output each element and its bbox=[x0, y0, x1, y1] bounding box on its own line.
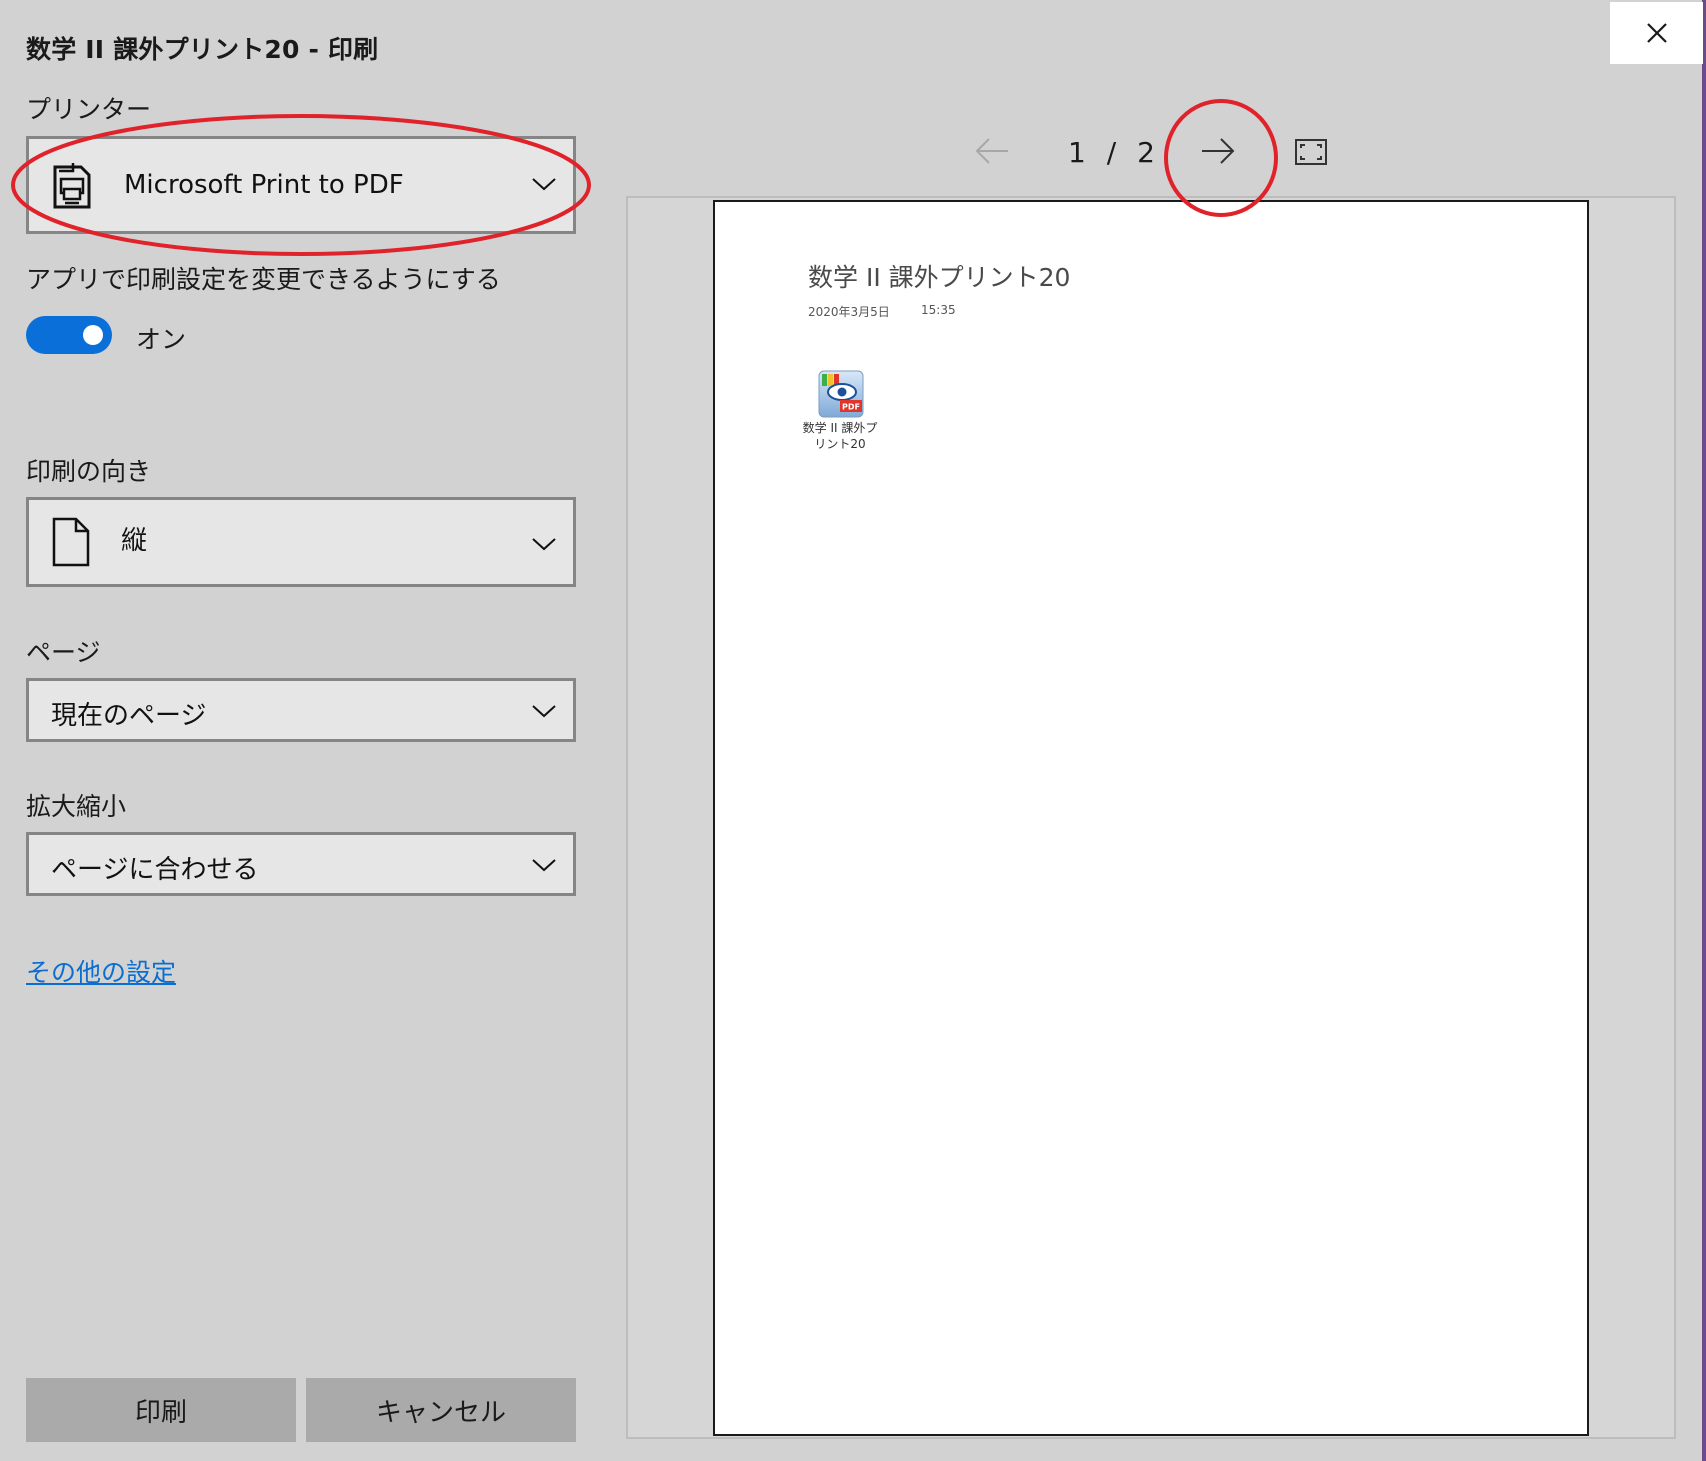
arrow-right-icon[interactable] bbox=[1200, 136, 1236, 166]
more-settings-link[interactable]: その他の設定 bbox=[26, 953, 176, 989]
page-separator: / bbox=[1106, 136, 1118, 169]
print-button[interactable]: 印刷 bbox=[26, 1378, 296, 1442]
pdf-icon-text: PDF bbox=[842, 403, 860, 412]
scale-label: 拡大縮小 bbox=[26, 792, 127, 821]
current-page: 1 bbox=[1068, 136, 1087, 169]
toggle-knob bbox=[83, 325, 103, 345]
preview-page-date: 2020年3月5日 bbox=[808, 305, 890, 319]
pages-dropdown[interactable]: 現在のページ bbox=[26, 678, 576, 742]
orientation-label: 印刷の向き bbox=[26, 457, 152, 486]
app-settings-toggle[interactable] bbox=[26, 316, 112, 354]
fullscreen-icon[interactable] bbox=[1294, 138, 1328, 166]
print-dialog: 数学 II 課外プリント20 - 印刷 プリンター Microsoft Prin… bbox=[0, 0, 1706, 1461]
preview-page-title: 数学 II 課外プリント20 bbox=[808, 263, 1071, 292]
chevron-down-icon bbox=[532, 705, 556, 718]
printer-selected: Microsoft Print to PDF bbox=[124, 170, 404, 200]
scale-dropdown[interactable]: ページに合わせる bbox=[26, 832, 576, 896]
arrow-left-icon[interactable] bbox=[974, 136, 1010, 166]
chevron-down-icon bbox=[532, 178, 556, 191]
pdf-file-icon: PDF bbox=[818, 370, 864, 418]
chevron-down-icon bbox=[532, 538, 556, 551]
toggle-state-label: オン bbox=[136, 325, 187, 354]
dialog-title: 数学 II 課外プリント20 - 印刷 bbox=[26, 35, 379, 64]
pages-selected: 現在のページ bbox=[51, 701, 207, 731]
chevron-down-icon bbox=[532, 859, 556, 872]
printer-icon bbox=[53, 163, 91, 209]
orientation-dropdown[interactable]: 縦 bbox=[26, 497, 576, 587]
window-edge bbox=[1702, 0, 1706, 1461]
close-icon bbox=[1646, 23, 1667, 43]
close-button[interactable] bbox=[1610, 2, 1703, 64]
portrait-page-icon bbox=[52, 517, 90, 567]
app-settings-label: アプリで印刷設定を変更できるようにする bbox=[26, 265, 501, 294]
pages-label: ページ bbox=[26, 638, 101, 667]
attachment-label: 数学 II 課外プリント20 bbox=[802, 421, 878, 451]
total-pages: 2 bbox=[1137, 136, 1156, 169]
preview-page-time: 15:35 bbox=[921, 303, 956, 317]
page-counter: 1 / 2 bbox=[1068, 136, 1156, 169]
orientation-selected: 縦 bbox=[121, 526, 148, 556]
printer-label: プリンター bbox=[26, 95, 152, 124]
printer-dropdown[interactable]: Microsoft Print to PDF bbox=[26, 136, 576, 234]
scale-selected: ページに合わせる bbox=[51, 855, 259, 885]
cancel-button[interactable]: キャンセル bbox=[306, 1378, 576, 1442]
